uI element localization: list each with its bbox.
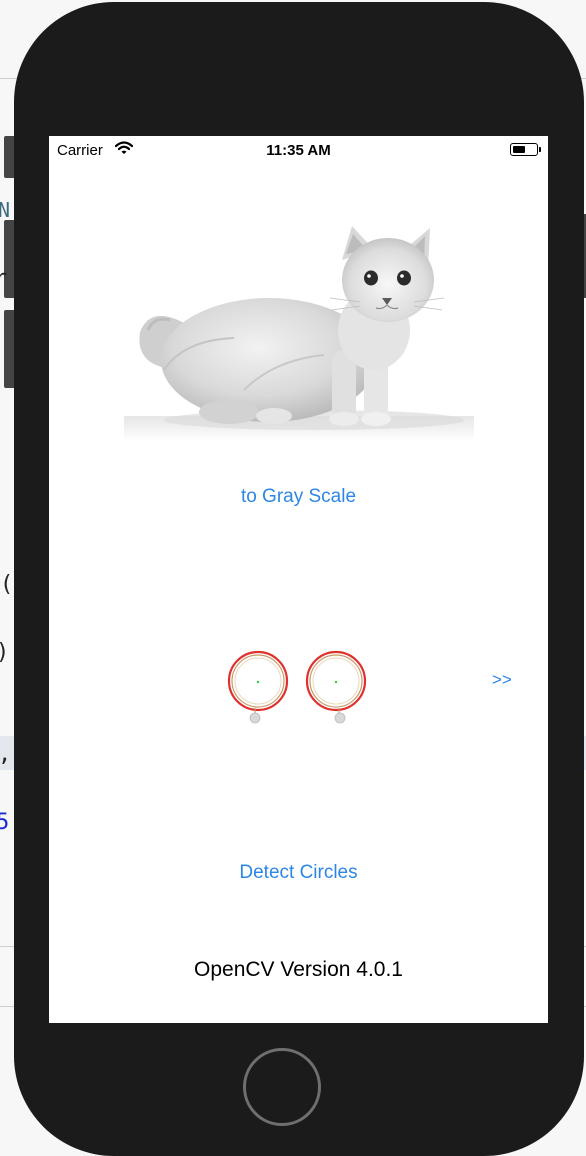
battery-icon [510, 143, 541, 156]
code-fragment: N [0, 198, 11, 222]
code-fragment: ) [0, 640, 9, 665]
phone-screen: Carrier 11:35 AM to Gray Scale >> Detect… [49, 136, 548, 1023]
status-time: 11:35 AM [266, 142, 331, 159]
opencv-version-label: OpenCV Version 4.0.1 [194, 958, 403, 981]
code-fragment: , [0, 742, 11, 767]
cat-photo [124, 226, 474, 442]
detect-circles-button[interactable]: Detect Circles [49, 862, 548, 884]
home-button[interactable] [243, 1048, 321, 1126]
code-fragment: 5 [0, 810, 10, 835]
status-bar: Carrier 11:35 AM [49, 136, 548, 164]
gray-scale-button[interactable]: to Gray Scale [49, 486, 548, 508]
next-button[interactable]: >> [492, 670, 512, 690]
code-fragment: r [0, 266, 8, 291]
detected-circles-image [227, 650, 367, 724]
code-fragment: ( [0, 572, 14, 597]
